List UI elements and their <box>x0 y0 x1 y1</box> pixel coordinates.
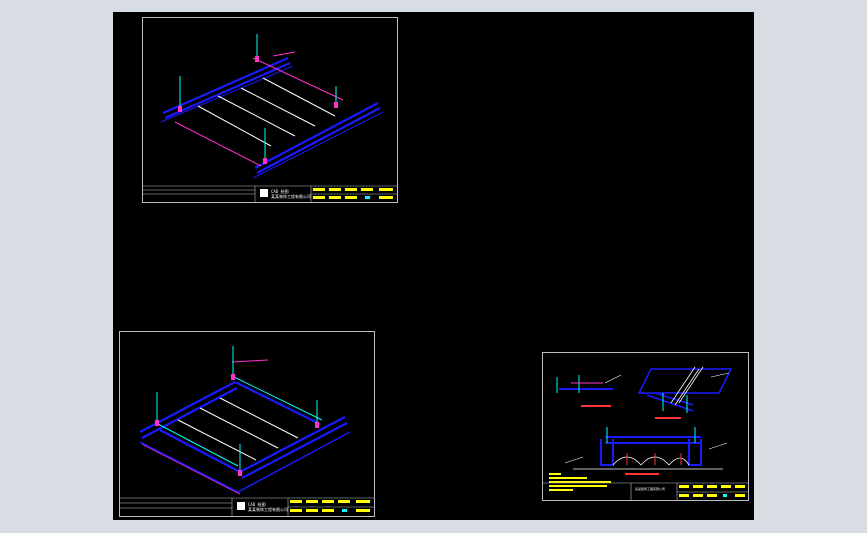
sheet-bottom-left[interactable]: CAD 绘图 某某装饰工程有限公司 <box>119 331 375 517</box>
title-block-company: 某某装饰工程有限公司 <box>635 486 665 491</box>
title-block-company: 某某装饰工程有限公司 <box>271 193 311 199</box>
detail-drawings: 某某装饰工程有限公司 <box>543 366 748 500</box>
isometric-ceiling-drawing-2: CAD 绘图 某某装饰工程有限公司 <box>120 346 374 516</box>
drawing-viewport[interactable]: CAD 绘图 某某装饰工程有限公司 CAD 绘图 某某装饰工程有限公司 某某装饰… <box>113 12 754 520</box>
isometric-ceiling-drawing-1: CAD 绘图 某某装饰工程有限公司 <box>143 34 397 202</box>
title-block-company: 某某装饰工程有限公司 <box>248 506 288 512</box>
sheet-top-left[interactable]: CAD 绘图 某某装饰工程有限公司 <box>142 17 398 203</box>
sheet-detail[interactable]: 某某装饰工程有限公司 <box>542 352 749 501</box>
